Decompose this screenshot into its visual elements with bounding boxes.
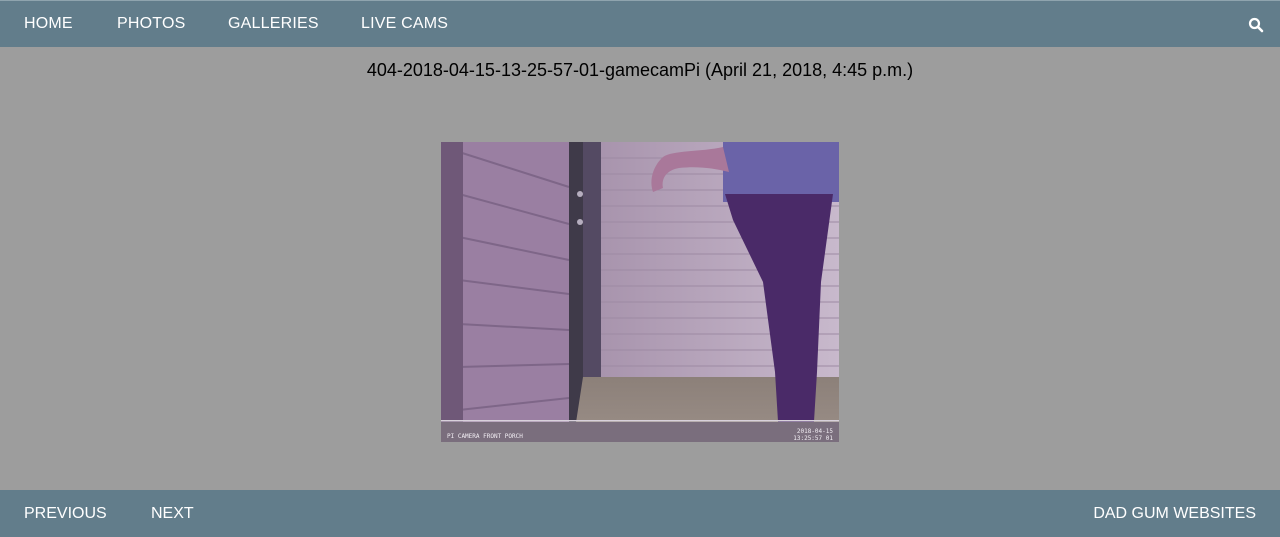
nav-live-cams-link[interactable]: LIVE CAMS	[361, 1, 448, 48]
game-camera-photo[interactable]: PI CAMERA FRONT PORCH 2018-04-15 13:25:5…	[441, 142, 839, 442]
photo-title: 404-2018-04-15-13-25-57-01-gamecamPi (Ap…	[366, 60, 914, 80]
overlay-date: 2018-04-15	[797, 428, 834, 435]
overlay-camera-label: PI CAMERA FRONT PORCH	[447, 433, 523, 440]
nav-photos-link[interactable]: PHOTOS	[117, 1, 185, 48]
site-brand-link[interactable]: DAD GUM WEBSITES	[1093, 490, 1256, 537]
next-link[interactable]: NEXT	[151, 490, 194, 537]
overlay-time: 13:25:57 01	[793, 435, 833, 442]
nav-galleries-link[interactable]: GALLERIES	[228, 1, 319, 48]
nav-home-link[interactable]: HOME	[24, 1, 73, 48]
search-icon[interactable]	[1248, 17, 1264, 33]
bottom-navigation-bar: PREVIOUS NEXT DAD GUM WEBSITES	[0, 490, 1280, 537]
previous-link[interactable]: PREVIOUS	[24, 490, 107, 537]
top-navigation-bar: HOME PHOTOS GALLERIES LIVE CAMS	[0, 0, 1280, 47]
